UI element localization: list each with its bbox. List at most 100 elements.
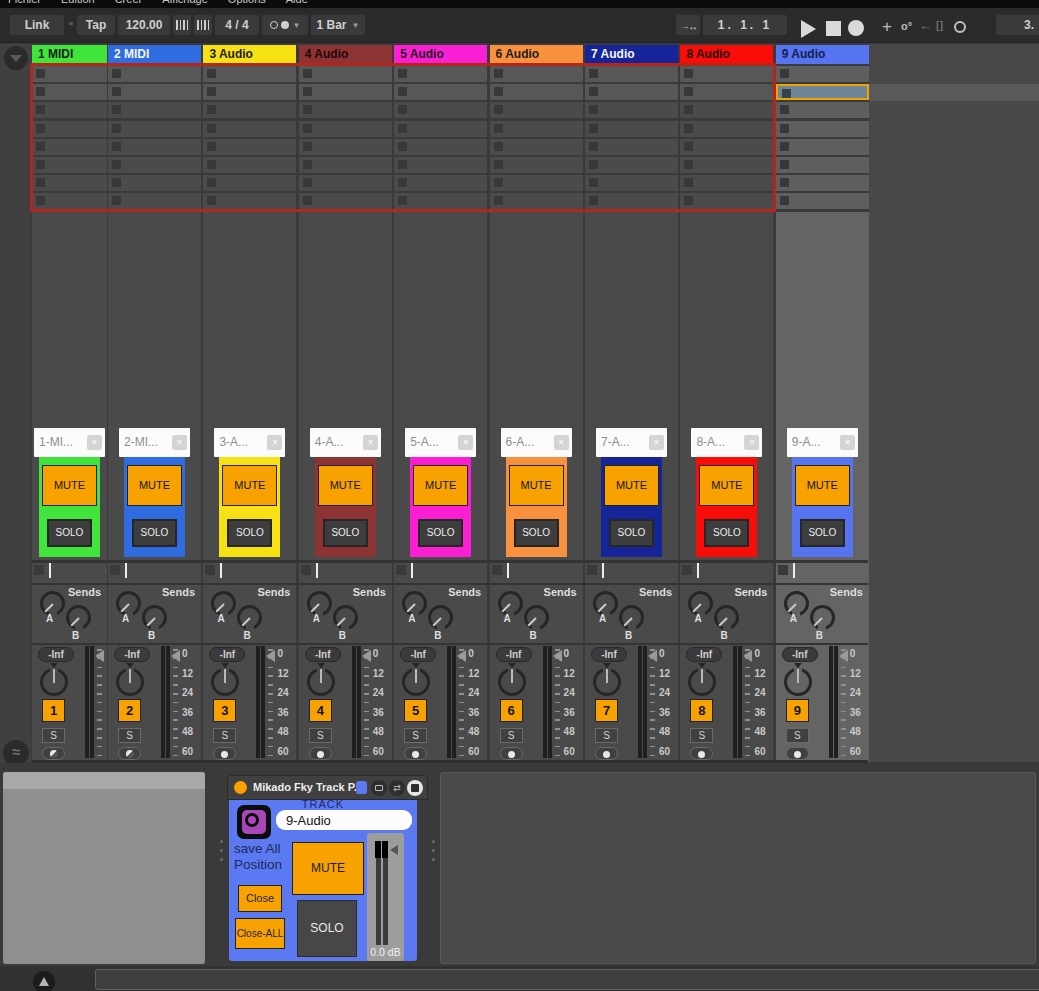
solo-cue-button[interactable]: S	[118, 728, 141, 743]
track-device-titlebox[interactable]: 9-A...×	[787, 428, 858, 457]
clip-slot[interactable]	[776, 102, 869, 118]
clip-stop-icon[interactable]	[780, 142, 789, 151]
solo-cue-button[interactable]: S	[213, 728, 236, 743]
track-header[interactable]: 5 Audio	[394, 45, 487, 64]
clip-stop-slot[interactable]	[205, 565, 215, 575]
track-activator-button[interactable]: 8	[690, 699, 713, 722]
clip-stop-slot[interactable]	[301, 565, 311, 575]
time-signature-field[interactable]: 4 / 4	[215, 15, 259, 35]
clip-stop-icon[interactable]	[780, 160, 789, 169]
mute-button[interactable]: MUTE	[318, 465, 373, 506]
pan-knob[interactable]	[402, 668, 430, 696]
volume-display[interactable]: -Inf	[782, 647, 818, 662]
follow-button[interactable]: →‥	[676, 15, 700, 35]
clip-stop-slot[interactable]	[682, 565, 692, 575]
quantize-menu[interactable]: 1 Bar▼	[311, 15, 365, 35]
loop-start-display[interactable]: 3.	[996, 15, 1039, 35]
send-b-knob[interactable]	[524, 605, 549, 630]
menu-item[interactable]: Options	[228, 0, 266, 5]
menu-item[interactable]: Édition	[61, 0, 95, 5]
solo-cue-button[interactable]: S	[309, 728, 332, 743]
device-volume-fader[interactable]: 0.0 dB	[367, 833, 404, 961]
volume-fader-handle[interactable]	[95, 650, 104, 662]
clip-stop-slot[interactable]	[396, 565, 406, 575]
solo-button[interactable]: SOLO	[514, 519, 559, 547]
arm-button[interactable]	[118, 747, 141, 760]
track-device-titlebox[interactable]: 4-A...×	[310, 428, 381, 457]
link-button[interactable]: Link	[10, 15, 64, 35]
track-device-titlebox[interactable]: 1-MI...×	[34, 428, 105, 457]
stop-button[interactable]	[826, 21, 841, 36]
arm-button[interactable]	[786, 747, 809, 760]
track-device-titlebox[interactable]: 6-A...×	[501, 428, 572, 457]
solo-cue-button[interactable]: S	[404, 728, 427, 743]
volume-display[interactable]: -Inf	[591, 647, 627, 662]
send-b-knob[interactable]	[142, 605, 167, 630]
volume-fader-handle[interactable]	[362, 650, 371, 662]
pan-knob[interactable]	[593, 668, 621, 696]
menu-item[interactable]: Fichier	[8, 0, 41, 5]
track-header[interactable]: 1 MIDI	[32, 45, 107, 64]
punch-button[interactable]: [ ]	[936, 19, 942, 31]
save-preset-icon[interactable]	[407, 780, 423, 796]
solo-button[interactable]: SOLO	[132, 519, 177, 547]
arm-button[interactable]	[595, 747, 618, 760]
mute-button[interactable]: MUTE	[699, 465, 754, 506]
arrangement-position-display[interactable]: 1. 1. 1	[703, 15, 787, 35]
track-name-field[interactable]: 9-Audio	[276, 810, 412, 830]
device-solo-button[interactable]: SOLO	[297, 900, 357, 957]
track-device-titlebox[interactable]: 2-MI...×	[119, 428, 190, 457]
track-header[interactable]: 9 Audio	[776, 45, 869, 64]
track-activator-button[interactable]: 7	[595, 699, 618, 722]
device-mute-button[interactable]: MUTE	[292, 842, 364, 895]
send-b-knob[interactable]	[333, 605, 358, 630]
device-title-bar[interactable]: Mikado Fky Track P...⇄	[227, 775, 428, 800]
solo-button[interactable]: SOLO	[47, 519, 92, 547]
nudge-down-button[interactable]	[173, 15, 191, 35]
clip-slot[interactable]	[776, 157, 869, 173]
track-device-titlebox[interactable]: 7-A...×	[596, 428, 667, 457]
track-header[interactable]: 4 Audio	[299, 45, 392, 64]
menu-item[interactable]: Aide	[286, 0, 308, 5]
clip-stop-icon[interactable]	[780, 178, 789, 187]
track-activator-button[interactable]: 4	[309, 699, 332, 722]
close-device-button[interactable]: ×	[840, 435, 855, 450]
mute-button[interactable]: MUTE	[127, 465, 182, 506]
arm-button[interactable]	[500, 747, 523, 760]
stop-all-clips-button[interactable]	[4, 46, 28, 70]
close-device-button[interactable]: ×	[554, 435, 569, 450]
volume-fader-handle[interactable]	[648, 650, 657, 662]
draw-mode-button[interactable]: o°	[901, 20, 912, 32]
mute-button[interactable]: MUTE	[509, 465, 564, 506]
mute-button[interactable]: MUTE	[795, 465, 850, 506]
track-activator-button[interactable]: 9	[786, 699, 809, 722]
track-header[interactable]: 3 Audio	[203, 45, 296, 64]
arm-button[interactable]	[690, 747, 713, 760]
clip-stop-icon[interactable]	[780, 124, 789, 133]
volume-fader-handle[interactable]	[839, 650, 848, 662]
track-header[interactable]: 6 Audio	[490, 45, 583, 64]
close-device-button[interactable]: ×	[172, 435, 187, 450]
volume-fader-handle[interactable]	[457, 650, 466, 662]
close-device-button[interactable]: ×	[87, 435, 102, 450]
volume-fader-handle[interactable]	[171, 650, 180, 662]
clip-stop-icon[interactable]	[780, 105, 789, 114]
solo-button[interactable]: SOLO	[800, 519, 845, 547]
solo-cue-button[interactable]: S	[500, 728, 523, 743]
mute-button[interactable]: MUTE	[413, 465, 468, 506]
clip-slot[interactable]	[776, 121, 869, 137]
menu-item[interactable]: Affichage	[162, 0, 208, 5]
close-device-button[interactable]: ×	[744, 435, 759, 450]
pan-knob[interactable]	[307, 668, 335, 696]
send-b-knob[interactable]	[66, 605, 91, 630]
volume-display[interactable]: -Inf	[400, 647, 436, 662]
pan-knob[interactable]	[116, 668, 144, 696]
clip-stop-slot[interactable]	[587, 565, 597, 575]
close-device-button[interactable]: ×	[458, 435, 473, 450]
clip-slot[interactable]	[776, 84, 869, 100]
track-device-titlebox[interactable]: 8-A...×	[691, 428, 762, 457]
clip-stop-icon[interactable]	[780, 196, 789, 205]
clip-stop-slot[interactable]	[778, 565, 788, 575]
volume-display[interactable]: -Inf	[496, 647, 532, 662]
menu-item[interactable]: Créer	[115, 0, 143, 5]
